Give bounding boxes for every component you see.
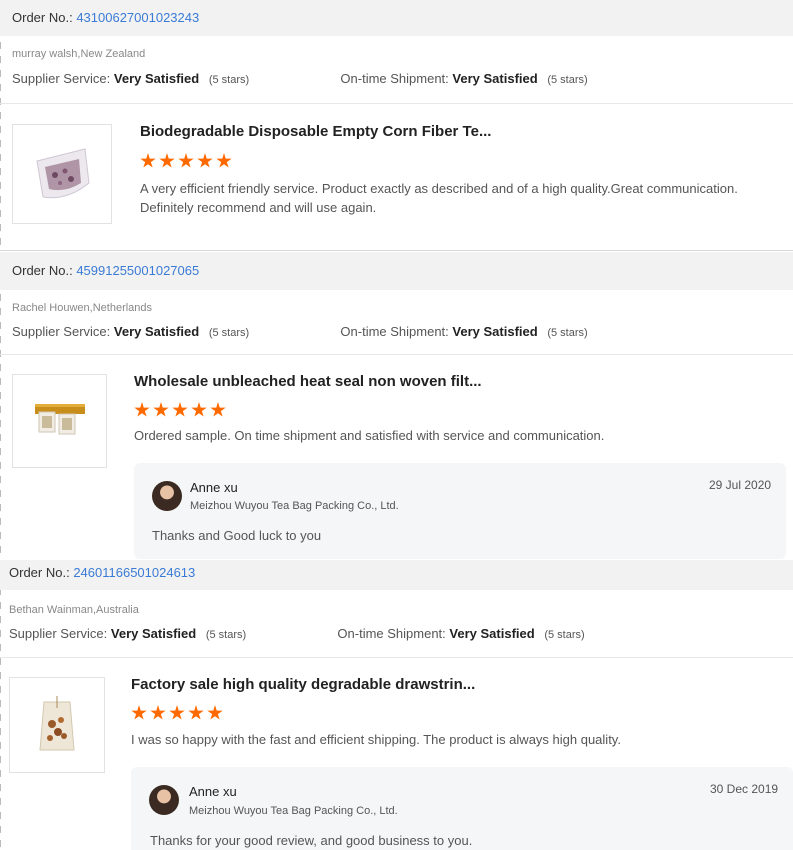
product-title-link[interactable]: Biodegradable Disposable Empty Corn Fibe… [140, 123, 491, 140]
ontime-shipment-label: On-time Shipment: [340, 71, 449, 86]
tea-bags-rack-icon [34, 404, 85, 435]
reply-text: Thanks for your good review, and good bu… [150, 833, 473, 848]
supplier-service-value: Very Satisfied [113, 71, 200, 86]
star-icon [159, 153, 175, 168]
star-icon [188, 705, 204, 720]
reply-author-name: Anne xu [190, 480, 238, 495]
star-icon [210, 402, 226, 417]
ontime-shipment-value: Very Satisfied [452, 324, 538, 339]
order-number-link[interactable]: 43100627001023243 [76, 10, 199, 25]
review-comment: A very efficient friendly service. Produ… [140, 181, 738, 215]
ontime-shipment-label: On-time Shipment: [340, 324, 449, 339]
star-icon [207, 705, 223, 720]
star-icon [150, 705, 166, 720]
buyer-name: murray walsh,New Zealand [12, 48, 146, 60]
drawstring-tea-bag-icon [39, 696, 75, 751]
star-icon [172, 402, 188, 417]
ontime-shipment-stars: (5 stars) [544, 629, 585, 641]
supplier-service-value: Very Satisfied [113, 324, 200, 339]
star-icon [140, 153, 156, 168]
reply-author-name: Anne xu [189, 784, 237, 799]
order-number-link[interactable]: 24601166501024613 [73, 565, 195, 580]
product-title-link[interactable]: Factory sale high quality degradable dra… [131, 676, 475, 693]
order-header: Order No.: 43100627001023243 [0, 0, 793, 36]
ontime-shipment-stars: (5 stars) [547, 74, 588, 86]
reply-date: 29 Jul 2020 [709, 478, 772, 492]
reply-text: Thanks and Good luck to you [152, 528, 322, 543]
order-header: Order No.: 45991255001027065 [0, 252, 793, 290]
order-header: Order No.: 24601166501024613 [0, 560, 793, 590]
star-rating [140, 153, 232, 169]
reply-company: Meizhou Wuyou Tea Bag Packing Co., Ltd. [190, 500, 399, 512]
ratings-row: Supplier Service: Very Satisfied (5 star… [12, 324, 588, 339]
order-number-link[interactable]: 45991255001027065 [76, 263, 199, 278]
product-thumbnail[interactable] [12, 374, 107, 468]
divider [0, 103, 793, 104]
product-title-link[interactable]: Wholesale unbleached heat seal non woven… [134, 373, 482, 390]
product-thumbnail[interactable] [12, 124, 112, 224]
ontime-shipment-value: Very Satisfied [452, 71, 538, 86]
star-icon [134, 402, 150, 417]
supplier-service-label: Supplier Service: [12, 324, 111, 339]
ontime-shipment-value: Very Satisfied [449, 626, 535, 641]
supplier-reply: Anne xu Meizhou Wuyou Tea Bag Packing Co… [134, 463, 786, 559]
star-icon [153, 402, 169, 417]
review-comment: I was so happy with the fast and efficie… [131, 732, 621, 747]
order-no-label: Order No.: [12, 263, 73, 278]
avatar [152, 481, 182, 511]
review-comment: Ordered sample. On time shipment and sat… [134, 428, 605, 443]
star-icon [191, 402, 207, 417]
ontime-shipment-stars: (5 stars) [547, 327, 588, 339]
ratings-row: Supplier Service: Very Satisfied (5 star… [9, 626, 585, 641]
divider [0, 354, 793, 355]
divider [0, 250, 793, 251]
reply-company: Meizhou Wuyou Tea Bag Packing Co., Ltd. [189, 805, 398, 817]
star-icon [197, 153, 213, 168]
product-thumbnail[interactable] [9, 677, 105, 773]
ratings-row: Supplier Service: Very Satisfied (5 star… [12, 71, 588, 86]
supplier-service-label: Supplier Service: [12, 71, 111, 86]
supplier-service-stars: (5 stars) [205, 629, 247, 641]
supplier-service-stars: (5 stars) [208, 327, 250, 339]
buyer-name: Rachel Houwen,Netherlands [12, 302, 153, 314]
buyer-name: Bethan Wainman,Australia [9, 604, 139, 616]
star-icon [178, 153, 194, 168]
order-no-label: Order No.: [12, 10, 73, 25]
star-icon [131, 705, 147, 720]
star-icon [169, 705, 185, 720]
avatar [149, 785, 179, 815]
ontime-shipment-label: On-time Shipment: [337, 626, 446, 641]
reply-date: 30 Dec 2019 [710, 782, 779, 796]
supplier-service-label: Supplier Service: [9, 626, 108, 641]
supplier-service-stars: (5 stars) [208, 74, 250, 86]
tea-bag-filled-icon [36, 148, 90, 199]
divider [0, 657, 793, 658]
star-rating [131, 705, 223, 721]
supplier-reply: Anne xu Meizhou Wuyou Tea Bag Packing Co… [131, 767, 793, 850]
supplier-service-value: Very Satisfied [110, 626, 197, 641]
star-rating [134, 402, 226, 418]
left-edge-border [0, 0, 1, 850]
star-icon [216, 153, 232, 168]
order-no-label: Order No.: [9, 565, 70, 580]
